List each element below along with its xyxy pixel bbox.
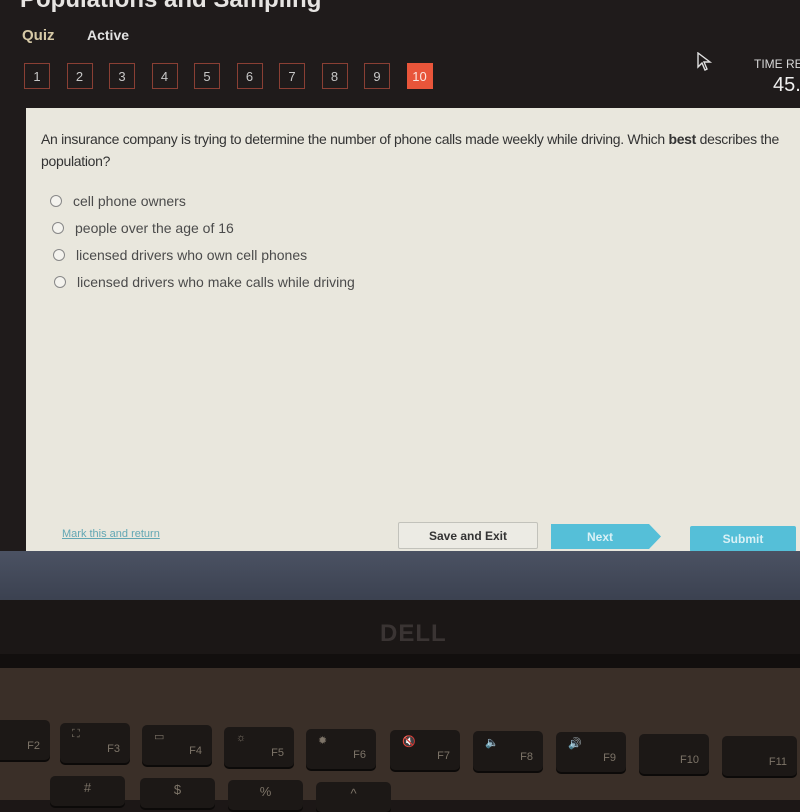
screen: Populations and Sampling Quiz Active 1 2… [0, 0, 800, 600]
key-label: F10 [680, 754, 699, 766]
question-button-10-current[interactable]: 10 [406, 63, 433, 89]
question-text-part: An insurance company is trying to determ… [41, 131, 669, 147]
save-and-exit-button[interactable]: Save and Exit [398, 522, 538, 549]
key-label: # [83, 780, 92, 795]
key-icon: ⛶ [72, 728, 80, 740]
key-f11[interactable]: F11 [722, 736, 797, 776]
question-panel: An insurance company is trying to determ… [26, 108, 800, 552]
key-label: F9 [603, 752, 616, 764]
question-button-4[interactable]: 4 [151, 63, 178, 89]
key-label: F5 [271, 747, 284, 759]
key-label: F4 [189, 745, 202, 757]
key-icon: ☼ [236, 732, 247, 744]
key-label: F11 [768, 756, 787, 768]
time-remaining-value: 45. [773, 74, 800, 96]
key-f5[interactable]: ☼ F5 [224, 727, 294, 767]
keyboard-deck: CF2 ⛶F3 ▭F4 ☼F5 ✹F6 🔇F7 🔈F8 🔊F9 F10 F11 … [0, 668, 800, 812]
key-f9[interactable]: 🔊 F9 [556, 732, 626, 772]
answer-option-label: licensed drivers who make calls while dr… [77, 273, 355, 290]
key-f8[interactable]: 🔈 F8 [473, 731, 543, 771]
key-label: F3 [107, 743, 120, 755]
key-icon: ✹ [318, 735, 328, 747]
submit-button[interactable]: Submit [690, 526, 796, 552]
screen-edge [0, 551, 800, 601]
key-f3[interactable]: ⛶ F3 [60, 723, 130, 763]
quiz-label: Quiz [22, 27, 55, 44]
question-text: An insurance company is trying to determ… [41, 128, 791, 172]
answer-option-label: people over the age of 16 [75, 219, 234, 236]
key-label: F8 [520, 751, 533, 763]
brand-logo: DELL [380, 620, 447, 647]
question-button-7[interactable]: 7 [279, 63, 305, 89]
key-icon: ▭ [154, 731, 165, 743]
question-button-1[interactable]: 1 [24, 63, 50, 89]
answer-options: cell phone owners people over the age of… [50, 187, 355, 295]
key-label: F7 [437, 750, 450, 762]
question-button-5[interactable]: 5 [194, 63, 220, 89]
key-icon: 🔊 [568, 738, 582, 750]
question-nav: 1 2 3 4 5 6 7 8 9 10 [24, 63, 449, 89]
radio-button-icon[interactable] [53, 248, 65, 261]
status-label: Active [87, 27, 130, 43]
question-button-2[interactable]: 2 [66, 63, 93, 89]
time-remaining-label: TIME RE [754, 57, 800, 71]
answer-option-1[interactable]: cell phone owners [50, 187, 355, 214]
question-button-6[interactable]: 6 [236, 63, 263, 89]
key-f7[interactable]: 🔇 F7 [390, 730, 460, 770]
key-f6[interactable]: ✹ F6 [306, 729, 376, 769]
laptop-hinge [0, 654, 800, 668]
next-button[interactable]: Next [551, 524, 661, 549]
question-button-9[interactable]: 9 [364, 63, 390, 89]
radio-button-icon[interactable] [54, 275, 66, 288]
key-label: ^ [350, 786, 357, 801]
key-label: F6 [353, 749, 366, 761]
key-icon: 🔇 [402, 736, 416, 748]
key-4[interactable]: $ [140, 778, 215, 808]
key-f2[interactable]: CF2 [0, 720, 50, 760]
key-label: $ [173, 782, 182, 797]
key-label: F2 [27, 740, 40, 752]
key-f4[interactable]: ▭ F4 [142, 725, 212, 765]
answer-option-label: cell phone owners [73, 192, 186, 209]
page-title: Populations and Sampling [20, 0, 321, 14]
answer-option-3[interactable]: licensed drivers who own cell phones [53, 241, 355, 268]
answer-option-4[interactable]: licensed drivers who make calls while dr… [54, 268, 355, 295]
key-icon: 🔈 [485, 737, 499, 749]
key-3[interactable]: # [50, 776, 125, 806]
key-label: % [259, 784, 272, 799]
key-5[interactable]: % [228, 780, 303, 810]
key-f10[interactable]: F10 [639, 734, 709, 774]
radio-button-icon[interactable] [50, 194, 62, 207]
key-6[interactable]: ^ [316, 782, 391, 812]
mouse-cursor-icon [697, 52, 713, 71]
answer-option-label: licensed drivers who own cell phones [76, 246, 308, 263]
question-emphasis: best [668, 131, 697, 147]
answer-option-2[interactable]: people over the age of 16 [52, 214, 355, 241]
next-button-label: Next [586, 529, 613, 544]
question-button-8[interactable]: 8 [321, 63, 348, 89]
radio-button-icon[interactable] [52, 221, 64, 234]
question-button-3[interactable]: 3 [109, 63, 135, 89]
mark-and-return-link[interactable]: Mark this and return [62, 528, 160, 540]
